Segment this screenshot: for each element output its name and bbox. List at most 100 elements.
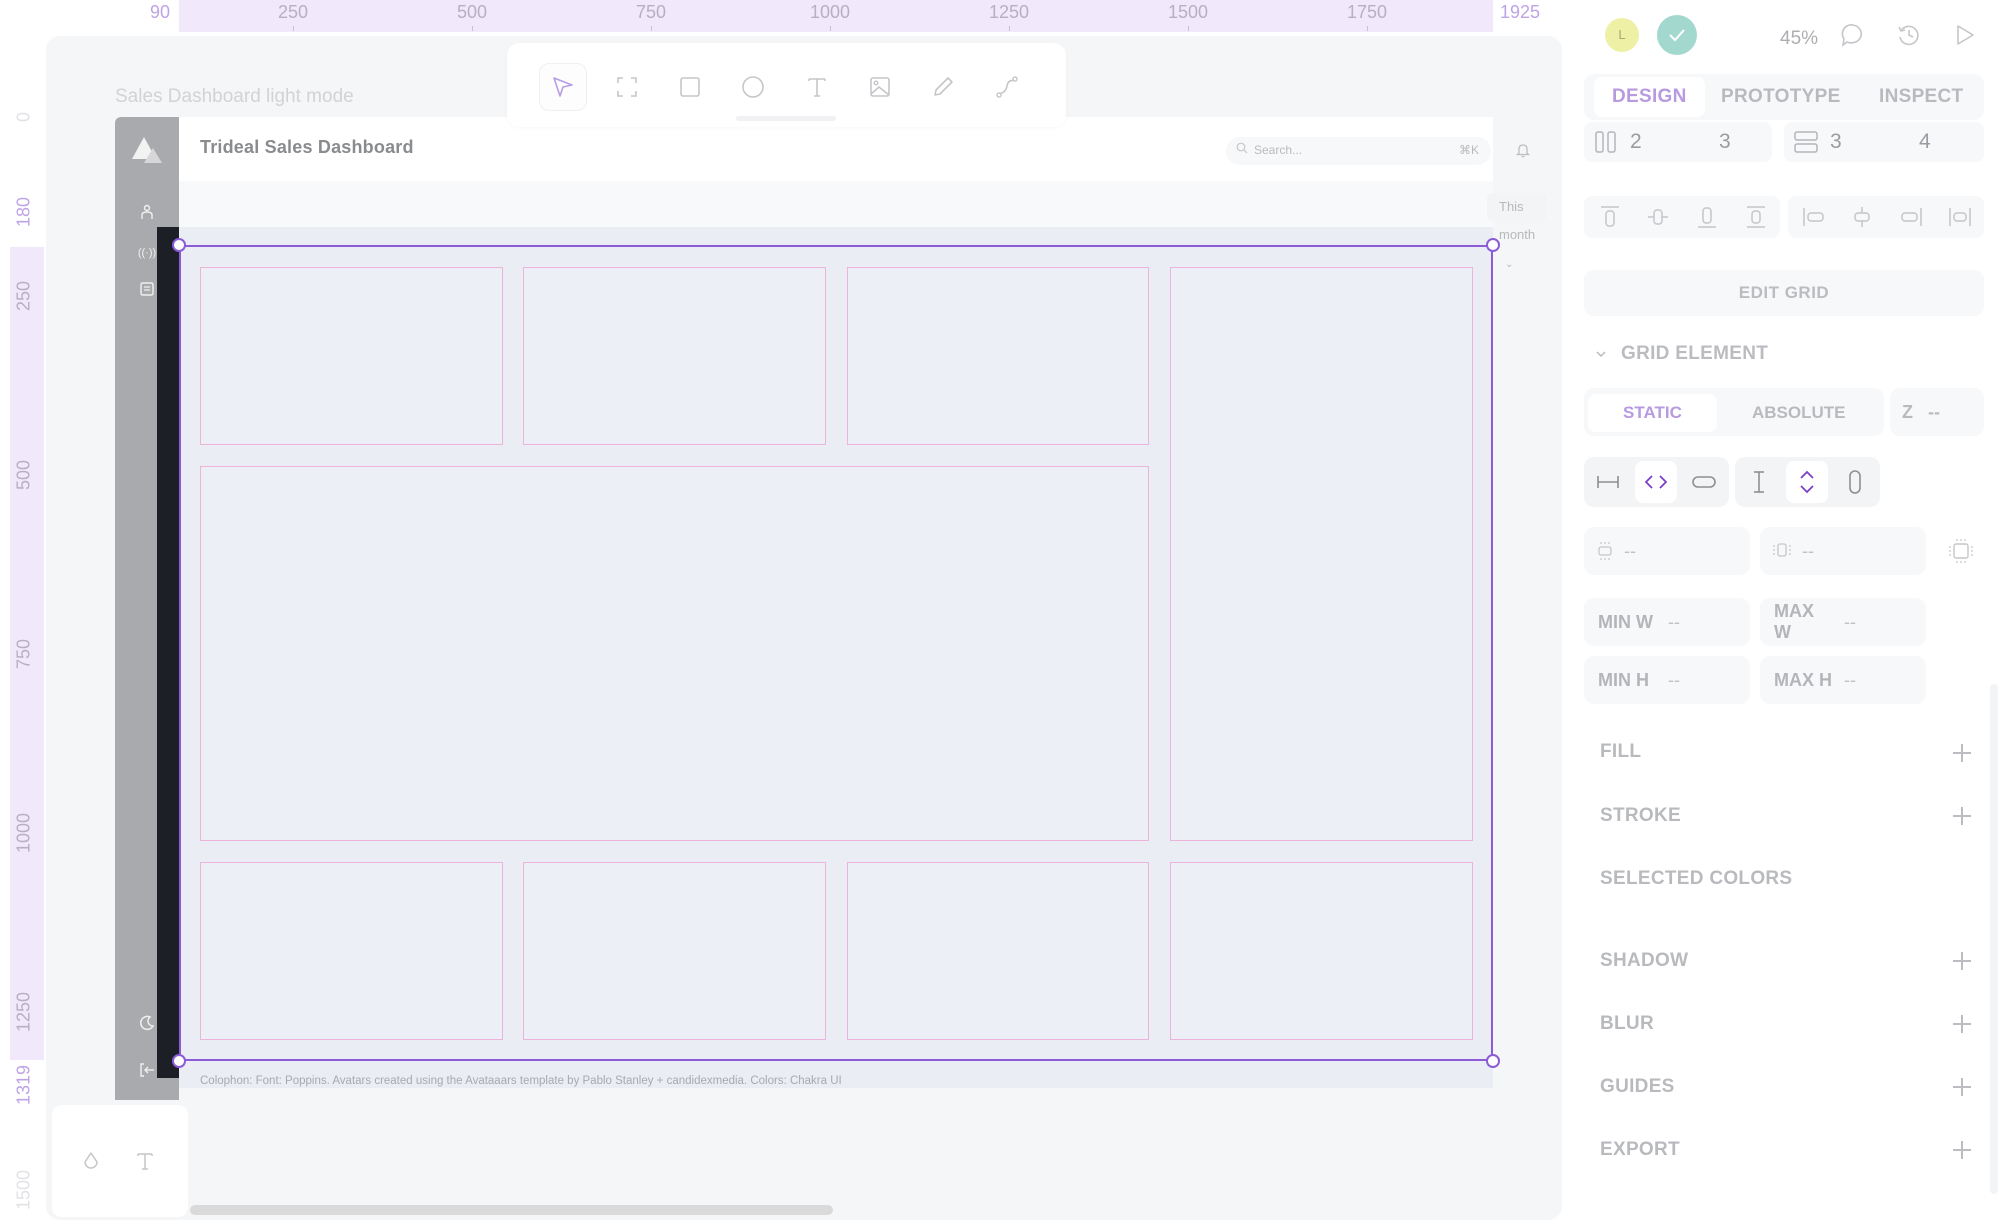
logout-icon[interactable] — [135, 1060, 159, 1084]
history-icon[interactable] — [1896, 22, 1922, 48]
path-tool-button[interactable] — [983, 63, 1031, 111]
horizontal-ruler[interactable]: 90 250 500 750 1000 1250 1500 1750 1925 — [0, 0, 1570, 32]
save-icon[interactable] — [135, 279, 159, 303]
blur-section-title[interactable]: BLUR — [1600, 1013, 1654, 1035]
ellipse-tool-button[interactable] — [729, 63, 777, 111]
align-left-icon[interactable] — [1802, 205, 1826, 229]
min-height-value: -- — [1668, 670, 1680, 690]
resize-handle-bottom-left[interactable] — [172, 1054, 186, 1068]
min-height-field[interactable]: MIN H -- — [1584, 656, 1750, 704]
stroke-section-title[interactable]: STROKE — [1600, 805, 1681, 827]
resize-handle-bottom-right[interactable] — [1486, 1054, 1500, 1068]
fill-drop-icon[interactable] — [79, 1149, 103, 1173]
tab-design[interactable]: DESIGN — [1594, 77, 1705, 117]
fill-height-button[interactable] — [1786, 461, 1828, 503]
vertical-align-group — [1584, 196, 1780, 238]
export-section-title[interactable]: EXPORT — [1600, 1139, 1680, 1161]
broadcast-icon[interactable]: ((·)) — [135, 241, 159, 265]
chevron-down-icon[interactable] — [1594, 349, 1608, 359]
grid-columns-field[interactable]: 2 3 — [1584, 122, 1772, 162]
fill-width-button[interactable] — [1635, 461, 1677, 503]
zoom-level[interactable]: 45% — [1780, 28, 1818, 50]
position-static-tab[interactable]: STATIC — [1588, 394, 1717, 432]
max-height-field[interactable]: MAX H -- — [1760, 656, 1926, 704]
auto-height-button[interactable] — [1834, 461, 1876, 503]
comment-icon[interactable] — [1840, 22, 1866, 48]
z-index-field[interactable]: Z -- — [1890, 388, 1984, 436]
min-width-value: -- — [1668, 612, 1680, 632]
margin-vertical-field[interactable]: -- — [1584, 527, 1750, 575]
fixed-height-button[interactable] — [1738, 461, 1780, 503]
max-width-label: MAX W — [1774, 601, 1814, 642]
image-tool-button[interactable] — [856, 63, 904, 111]
add-fill-plus-icon[interactable] — [1952, 743, 1972, 763]
pencil-tool-button[interactable] — [919, 63, 967, 111]
align-middle-icon[interactable] — [1646, 205, 1670, 229]
vertical-ruler[interactable]: 0 180 250 500 750 1000 1250 1319 1500 — [0, 32, 44, 1221]
align-bottom-icon[interactable] — [1695, 205, 1719, 229]
play-prototype-icon[interactable] — [1952, 22, 1978, 48]
auto-width-button[interactable] — [1683, 461, 1725, 503]
ruler-tick: 500 — [456, 2, 488, 31]
text-tool-button[interactable] — [793, 63, 841, 111]
horizontal-sizing-group — [1584, 457, 1729, 507]
add-guide-plus-icon[interactable] — [1952, 1077, 1972, 1097]
dark-mode-moon-icon[interactable] — [135, 1014, 159, 1038]
ellipse-icon — [742, 76, 764, 98]
add-shadow-plus-icon[interactable] — [1952, 951, 1972, 971]
align-center-icon[interactable] — [1850, 205, 1874, 229]
fill-width-icon — [1644, 475, 1668, 489]
ruler-tick: 1000 — [13, 812, 34, 854]
tab-inspect[interactable]: INSPECT — [1879, 77, 1963, 117]
ruler-tick: 250 — [277, 2, 309, 31]
fill-section-title[interactable]: FILL — [1600, 741, 1641, 763]
frame-tool-button[interactable] — [603, 63, 651, 111]
add-stroke-plus-icon[interactable] — [1952, 806, 1972, 826]
margin-horizontal-field[interactable]: -- — [1760, 527, 1926, 575]
grid-columns-value: 2 — [1630, 130, 1642, 153]
selection-bounding-box[interactable] — [179, 245, 1493, 1061]
grid-element-section-title[interactable]: GRID ELEMENT — [1621, 343, 1768, 365]
fixed-width-button[interactable] — [1587, 461, 1629, 503]
rectangle-tool-button[interactable] — [666, 63, 714, 111]
toolbar-drag-handle[interactable] — [736, 116, 836, 121]
resize-handle-top-right[interactable] — [1486, 238, 1500, 252]
user-avatar[interactable]: L — [1605, 18, 1639, 52]
ruler-tick: 1319 — [13, 1064, 34, 1106]
independent-margins-icon[interactable] — [1948, 538, 1974, 564]
panel-scrollbar[interactable] — [1990, 684, 1998, 1194]
guides-section-title[interactable]: GUIDES — [1600, 1076, 1675, 1098]
resize-handle-top-left[interactable] — [172, 238, 186, 252]
distribute-horizontal-icon[interactable] — [1948, 205, 1972, 229]
dashboard-search-input[interactable]: Search... ⌘K — [1226, 137, 1491, 165]
tab-prototype[interactable]: PROTOTYPE — [1721, 77, 1841, 117]
grid-rows-gap[interactable]: 4 — [1919, 130, 1931, 154]
min-width-field[interactable]: MIN W -- — [1584, 598, 1750, 646]
edit-grid-button[interactable]: EDIT GRID — [1584, 270, 1984, 316]
dashboard-title: Trideal Sales Dashboard — [200, 137, 414, 157]
grid-rows-field[interactable]: 3 4 — [1784, 122, 1984, 162]
notifications-button[interactable] — [1508, 135, 1538, 165]
ruler-tick: 90 — [149, 2, 171, 22]
ruler-tick: 1500 — [1167, 2, 1209, 31]
add-export-plus-icon[interactable] — [1952, 1140, 1972, 1160]
horizontal-scrollbar[interactable] — [190, 1205, 833, 1215]
add-blur-plus-icon[interactable] — [1952, 1014, 1972, 1034]
ruler-tick: 1250 — [13, 991, 34, 1033]
user-icon[interactable] — [135, 203, 159, 227]
fixed-width-icon — [1597, 476, 1619, 488]
panel-tabs: DESIGN PROTOTYPE INSPECT — [1584, 74, 1984, 120]
frame-label[interactable]: Sales Dashboard light mode — [115, 86, 354, 108]
move-tool-button[interactable] — [539, 63, 587, 111]
period-select[interactable]: This month ⌄ — [1487, 193, 1548, 270]
ruler-tick: 750 — [13, 638, 34, 670]
shadow-section-title[interactable]: SHADOW — [1600, 950, 1688, 972]
max-width-field[interactable]: MAX W -- — [1760, 598, 1926, 646]
align-top-icon[interactable] — [1598, 205, 1622, 229]
text-style-icon[interactable] — [133, 1149, 157, 1173]
grid-columns-gap[interactable]: 3 — [1719, 130, 1731, 154]
distribute-vertical-icon[interactable] — [1744, 205, 1768, 229]
text-icon — [808, 78, 826, 97]
align-right-icon[interactable] — [1899, 205, 1923, 229]
position-absolute-tab[interactable]: ABSOLUTE — [1752, 394, 1846, 432]
